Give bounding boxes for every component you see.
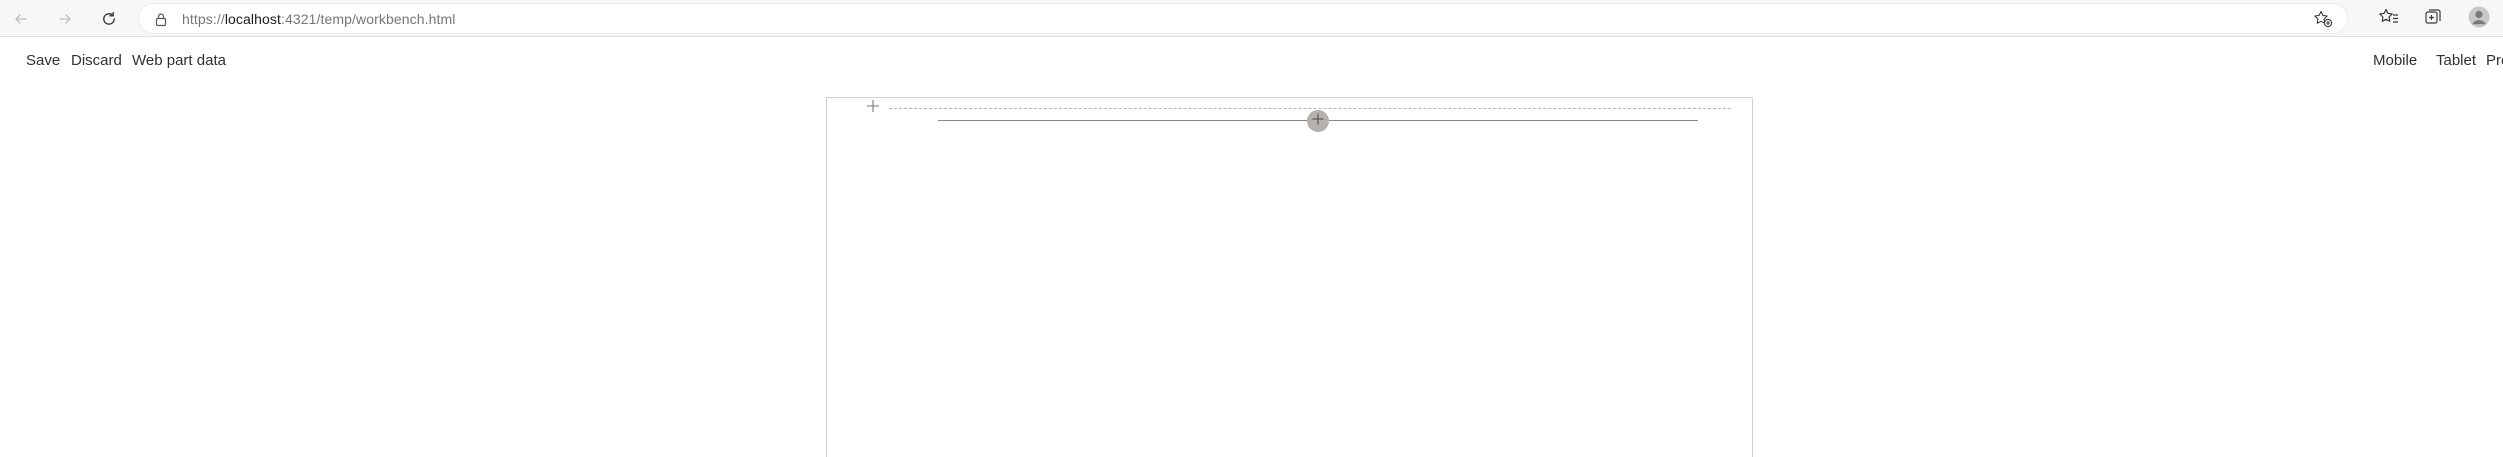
- mobile-preview-button[interactable]: Mobile: [2373, 52, 2417, 69]
- url-host: localhost: [224, 11, 281, 27]
- save-button[interactable]: Save: [26, 52, 60, 69]
- arrow-right-icon: [57, 11, 73, 27]
- forward-button[interactable]: [50, 4, 80, 34]
- back-button[interactable]: [6, 4, 36, 34]
- address-bar[interactable]: https://localhost:4321/temp/workbench.ht…: [138, 3, 2348, 34]
- refresh-icon: [100, 10, 118, 28]
- section-divider: [889, 108, 1731, 109]
- preview-button[interactable]: Pre: [2486, 52, 2503, 69]
- profile-button[interactable]: [2464, 4, 2494, 34]
- collections-icon: [2424, 8, 2442, 31]
- star-plus-icon[interactable]: [2313, 10, 2333, 33]
- lock-icon[interactable]: [154, 12, 168, 32]
- arrow-left-icon: [13, 11, 29, 27]
- tablet-preview-button[interactable]: Tablet: [2436, 52, 2476, 69]
- refresh-button[interactable]: [94, 4, 124, 34]
- plus-icon: [1311, 112, 1325, 131]
- url-scheme: https://: [182, 11, 225, 27]
- browser-toolbar: https://localhost:4321/temp/workbench.ht…: [0, 0, 2503, 37]
- discard-button[interactable]: Discard: [71, 52, 122, 69]
- web-part-data-button[interactable]: Web part data: [132, 52, 226, 69]
- collections-button[interactable]: [2418, 4, 2448, 34]
- page-canvas: [826, 97, 1753, 457]
- add-web-part-button[interactable]: [1307, 110, 1329, 132]
- add-section-button[interactable]: [865, 99, 881, 118]
- favorites-button[interactable]: [2374, 4, 2404, 34]
- workbench-toolbar: Save Discard Web part data Mobile Tablet…: [0, 38, 2503, 84]
- url-path: :4321/temp/workbench.html: [280, 11, 456, 27]
- favorites-icon: [2379, 8, 2399, 31]
- url-text[interactable]: https://localhost:4321/temp/workbench.ht…: [182, 11, 455, 27]
- plus-icon: [866, 99, 880, 118]
- profile-icon: [2468, 6, 2490, 33]
